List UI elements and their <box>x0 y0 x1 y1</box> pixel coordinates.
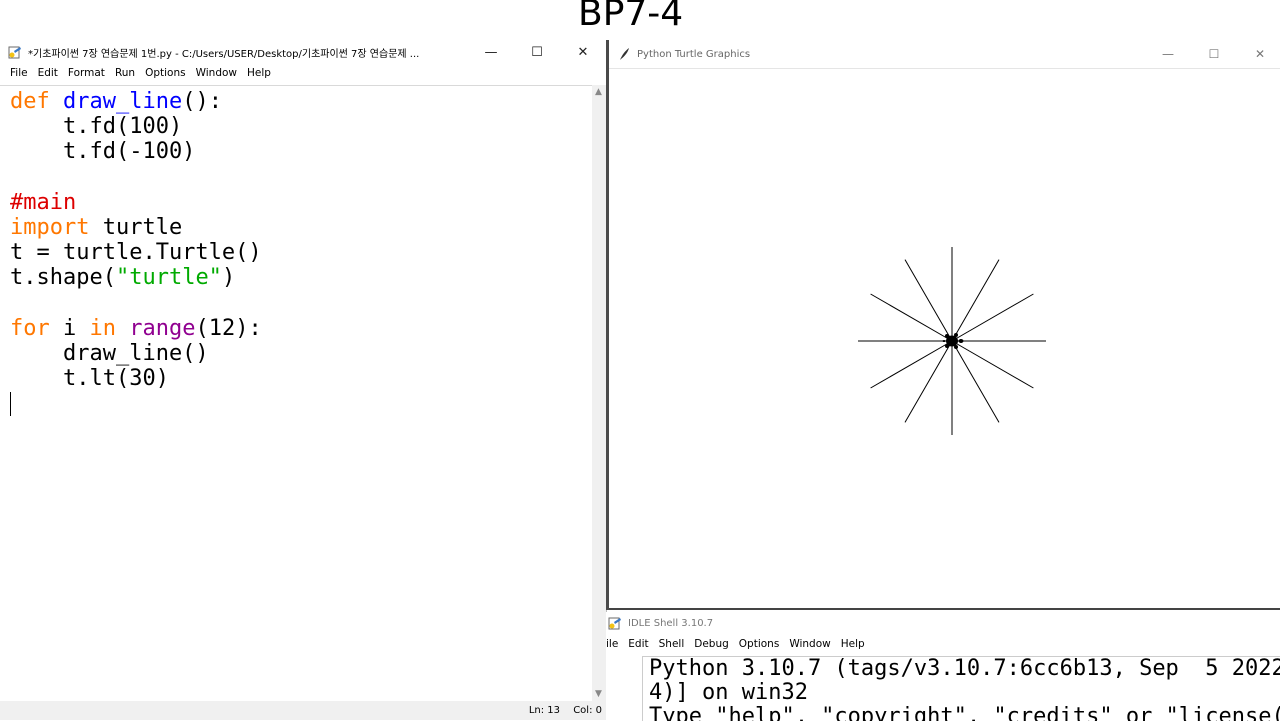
turtle-line <box>870 340 953 389</box>
maximize-icon[interactable]: ☐ <box>514 45 560 60</box>
turtle-line <box>951 340 1034 389</box>
shell-line: Python 3.10.7 (tags/v3.10.7:6cc6b13, Sep… <box>649 656 1280 681</box>
menu-edit[interactable]: Edit <box>38 67 58 85</box>
shell-titlebar[interactable]: IDLE Shell 3.10.7 <box>606 612 1280 634</box>
code-text: t.shape( <box>10 265 116 291</box>
code-text: turtle <box>89 215 183 241</box>
scroll-down-icon[interactable]: ▼ <box>595 689 602 699</box>
menu-debug[interactable]: Debug <box>694 638 729 650</box>
code-line: t.fd(100) <box>10 114 183 140</box>
menu-shell[interactable]: Shell <box>659 638 685 650</box>
turtle-title: Python Turtle Graphics <box>637 48 751 60</box>
code-text: i <box>49 315 90 341</box>
keyword-def: def <box>10 89 50 114</box>
menu-window[interactable]: Window <box>789 638 830 650</box>
keyword-import: import <box>10 215 90 241</box>
menu-file[interactable]: File <box>10 67 28 85</box>
turtle-line <box>951 293 1034 342</box>
editor-statusbar: Ln: 13 Col: 0 <box>0 701 606 720</box>
code-line: t.fd(-100) <box>10 139 196 165</box>
text-cursor <box>10 392 11 417</box>
scroll-up-icon[interactable]: ▲ <box>595 87 602 97</box>
shell-window: IDLE Shell 3.10.7 ile Edit Shell Debug O… <box>606 612 1280 721</box>
shell-line: Type "help", "copyright", "credits" or "… <box>649 704 1280 721</box>
menu-help[interactable]: Help <box>247 67 271 85</box>
builtin-range: range <box>129 315 196 341</box>
menu-format[interactable]: Format <box>68 67 105 85</box>
keyword-in: in <box>89 315 117 341</box>
code-line: t.lt(30) <box>10 366 169 392</box>
turtle-titlebar[interactable]: Python Turtle Graphics — ☐ ✕ <box>609 40 1280 69</box>
menu-window[interactable]: Window <box>196 67 237 85</box>
line-indicator: Ln: 13 <box>528 705 560 716</box>
turtle-drawing <box>858 247 1046 435</box>
shell-output[interactable]: Python 3.10.7 (tags/v3.10.7:6cc6b13, Sep… <box>642 656 1280 721</box>
code-string: "turtle" <box>115 265 222 291</box>
editor-scrollbar[interactable]: ▲ ▼ <box>592 85 606 701</box>
code-line: draw_line() <box>10 341 209 367</box>
close-icon[interactable]: ✕ <box>1237 47 1280 61</box>
minimize-icon[interactable]: — <box>468 45 514 60</box>
turtle-window: Python Turtle Graphics — ☐ ✕ <box>606 40 1280 610</box>
shell-menubar: ile Edit Shell Debug Options Window Help <box>606 638 865 650</box>
menu-file[interactable]: ile <box>606 638 618 650</box>
function-name: draw_line <box>63 89 183 114</box>
shell-title: IDLE Shell 3.10.7 <box>628 617 714 629</box>
maximize-icon[interactable]: ☐ <box>1191 47 1237 61</box>
menu-options[interactable]: Options <box>145 67 186 85</box>
shell-line: 4)] on win32 <box>649 680 808 705</box>
feather-icon <box>620 48 629 60</box>
turtle-line <box>904 340 953 423</box>
editor-window: *기초파이썬 7장 연습문제 1번.py - C:/Users/USER/Des… <box>0 40 607 720</box>
source-code[interactable]: def draw_line(): t.fd(100) t.fd(-100) #m… <box>0 86 592 417</box>
turtle-canvas[interactable] <box>609 71 1280 610</box>
code-text: (): <box>182 89 222 114</box>
minimize-icon[interactable]: — <box>1145 47 1191 61</box>
menu-options[interactable]: Options <box>739 638 780 650</box>
menu-help[interactable]: Help <box>841 638 865 650</box>
turtle-line <box>870 293 953 342</box>
code-text: ) <box>221 265 236 291</box>
close-icon[interactable]: ✕ <box>560 45 606 60</box>
turtle-line <box>904 259 953 342</box>
editor-menubar: File Edit Format Run Options Window Help <box>0 67 271 85</box>
code-editor[interactable]: def draw_line(): t.fd(100) t.fd(-100) #m… <box>0 85 592 702</box>
turtle-line <box>951 340 1000 423</box>
code-text: (12): <box>195 315 262 341</box>
slide-title: BP7-4 <box>578 0 684 34</box>
menu-run[interactable]: Run <box>115 67 135 85</box>
keyword-for: for <box>10 315 50 341</box>
menu-edit[interactable]: Edit <box>628 638 648 650</box>
idle-app-icon <box>8 46 21 59</box>
idle-app-icon <box>608 617 621 630</box>
editor-title: *기초파이썬 7장 연습문제 1번.py - C:/Users/USER/Des… <box>28 48 420 60</box>
code-line: t = turtle.Turtle() <box>10 240 262 266</box>
code-comment: #main <box>10 189 77 215</box>
editor-titlebar[interactable]: *기초파이썬 7장 연습문제 1번.py - C:/Users/USER/Des… <box>0 40 606 64</box>
turtle-line <box>951 259 1000 342</box>
column-indicator: Col: 0 <box>573 705 602 716</box>
